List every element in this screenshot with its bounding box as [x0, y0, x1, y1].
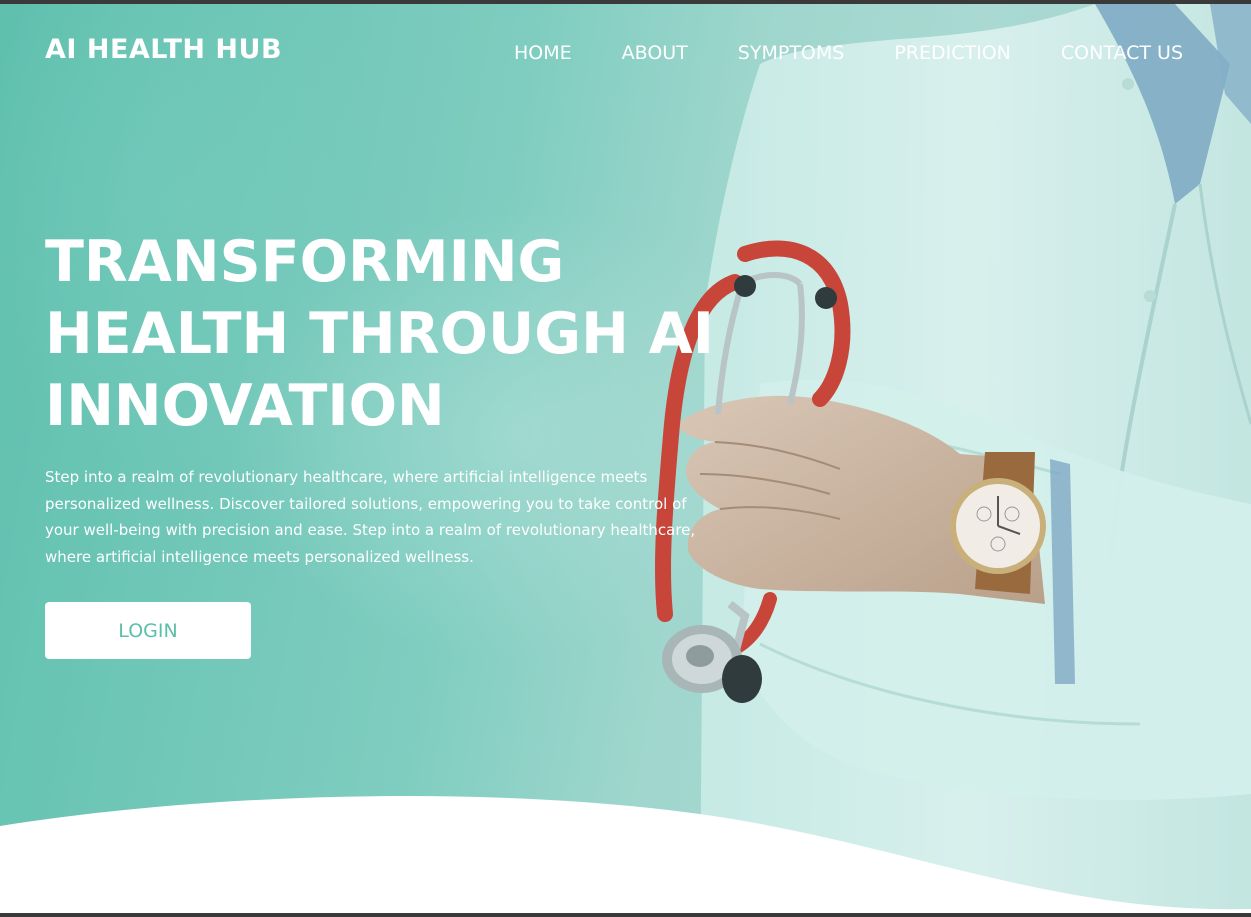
hero-title-line: HEALTH THROUGH AI	[45, 301, 714, 367]
nav-link-prediction[interactable]: PREDICTION	[894, 42, 1011, 64]
wave-divider	[0, 796, 1251, 913]
nav-link-about[interactable]: ABOUT	[622, 42, 688, 64]
hero-title-line: INNOVATION	[45, 373, 445, 439]
nav-link-contact-us[interactable]: CONTACT US	[1061, 42, 1183, 64]
site-logo[interactable]: AI HEALTH HUB	[45, 34, 282, 65]
login-button[interactable]: LOGIN	[45, 602, 251, 659]
hero-title-line: TRANSFORMING	[45, 229, 565, 295]
nav-link-home[interactable]: HOME	[514, 42, 572, 64]
page: AI HEALTH HUB HOME ABOUT SYMPTOMS PREDIC…	[0, 4, 1251, 913]
nav-links: HOME ABOUT SYMPTOMS PREDICTION CONTACT U…	[514, 42, 1183, 64]
hero-description: Step into a realm of revolutionary healt…	[45, 468, 696, 566]
hero-title: TRANSFORMING HEALTH THROUGH AI INNOVATIO…	[45, 226, 745, 442]
doctor-image	[654, 4, 1251, 913]
nav-link-symptoms[interactable]: SYMPTOMS	[738, 42, 845, 64]
top-nav: AI HEALTH HUB HOME ABOUT SYMPTOMS PREDIC…	[0, 4, 1251, 104]
